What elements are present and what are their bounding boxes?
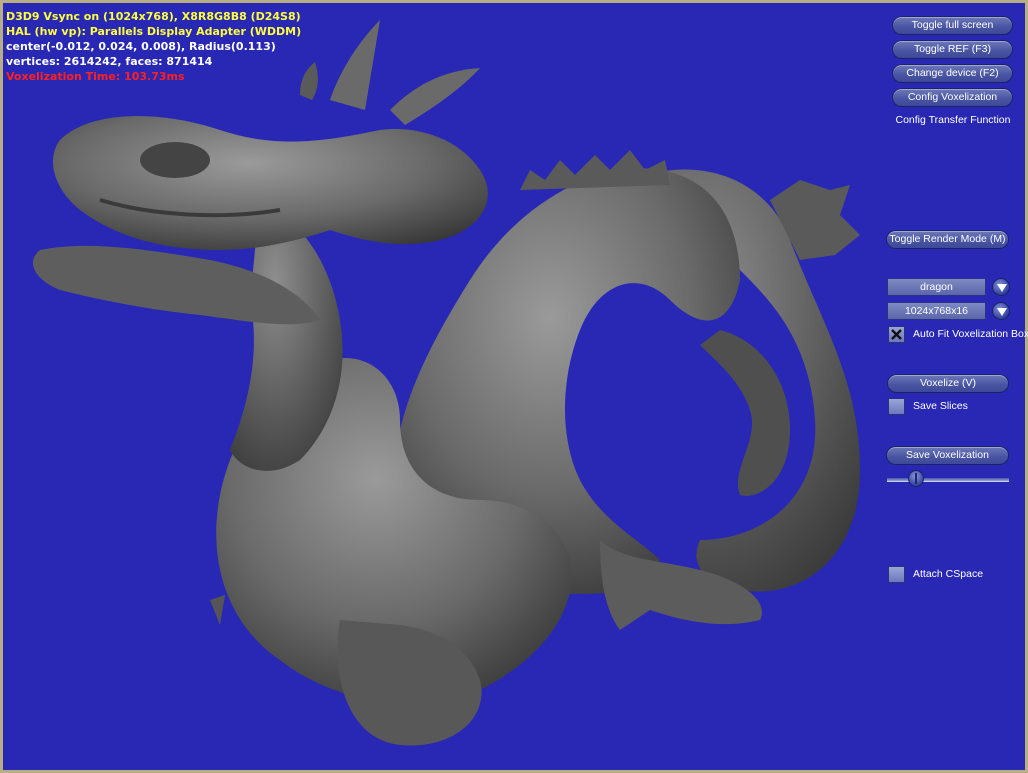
- stats-overlay: D3D9 Vsync on (1024x768), X8R8G8B8 (D24S…: [6, 9, 301, 84]
- toggle-full-screen-button[interactable]: Toggle full screen: [892, 16, 1013, 35]
- config-transfer-function-button[interactable]: Config Transfer Function: [888, 112, 1018, 131]
- render-viewport[interactable]: D3D9 Vsync on (1024x768), X8R8G8B8 (D24S…: [0, 0, 1028, 773]
- voxel-slider-track[interactable]: [887, 478, 1009, 482]
- attach-cspace-label: Attach CSpace: [913, 568, 984, 580]
- change-device-button[interactable]: Change device (F2): [892, 64, 1013, 83]
- mesh-stats-text: vertices: 2614242, faces: 871414: [6, 55, 213, 68]
- model-center-text: center(-0.012, 0.024, 0.008), Radius(0.1…: [6, 40, 276, 53]
- chevron-down-icon: [997, 284, 1007, 292]
- x-mark-icon: [891, 329, 902, 340]
- voxelization-time-text: Voxelization Time: 103.73ms: [6, 70, 185, 83]
- save-slices-checkbox[interactable]: [888, 398, 905, 415]
- save-slices-label: Save Slices: [913, 400, 968, 412]
- model-select[interactable]: dragon: [887, 278, 986, 296]
- attach-cspace-checkbox[interactable]: [888, 566, 905, 583]
- auto-fit-checkbox-row[interactable]: Auto Fit Voxelization Box: [888, 326, 1028, 344]
- auto-fit-checkbox[interactable]: [888, 326, 905, 343]
- save-voxelization-button[interactable]: Save Voxelization: [886, 446, 1009, 465]
- attach-cspace-checkbox-row[interactable]: Attach CSpace: [888, 566, 1018, 584]
- dragon-model: [32, 20, 860, 746]
- voxelize-button[interactable]: Voxelize (V): [887, 374, 1009, 393]
- adapter-info-text: HAL (hw vp): Parallels Display Adapter (…: [6, 25, 302, 38]
- chevron-down-icon: [997, 308, 1007, 316]
- resolution-select-dropdown[interactable]: [992, 302, 1010, 320]
- save-slices-checkbox-row[interactable]: Save Slices: [888, 398, 1018, 416]
- auto-fit-label: Auto Fit Voxelization Box: [913, 328, 1028, 340]
- model-select-dropdown[interactable]: [992, 278, 1010, 296]
- toggle-ref-button[interactable]: Toggle REF (F3): [892, 40, 1013, 59]
- config-voxelization-button[interactable]: Config Voxelization: [892, 88, 1013, 107]
- toggle-render-mode-button[interactable]: Toggle Render Mode (M): [886, 230, 1009, 249]
- device-info-text: D3D9 Vsync on (1024x768), X8R8G8B8 (D24S…: [6, 10, 301, 23]
- resolution-select[interactable]: 1024x768x16: [887, 302, 986, 320]
